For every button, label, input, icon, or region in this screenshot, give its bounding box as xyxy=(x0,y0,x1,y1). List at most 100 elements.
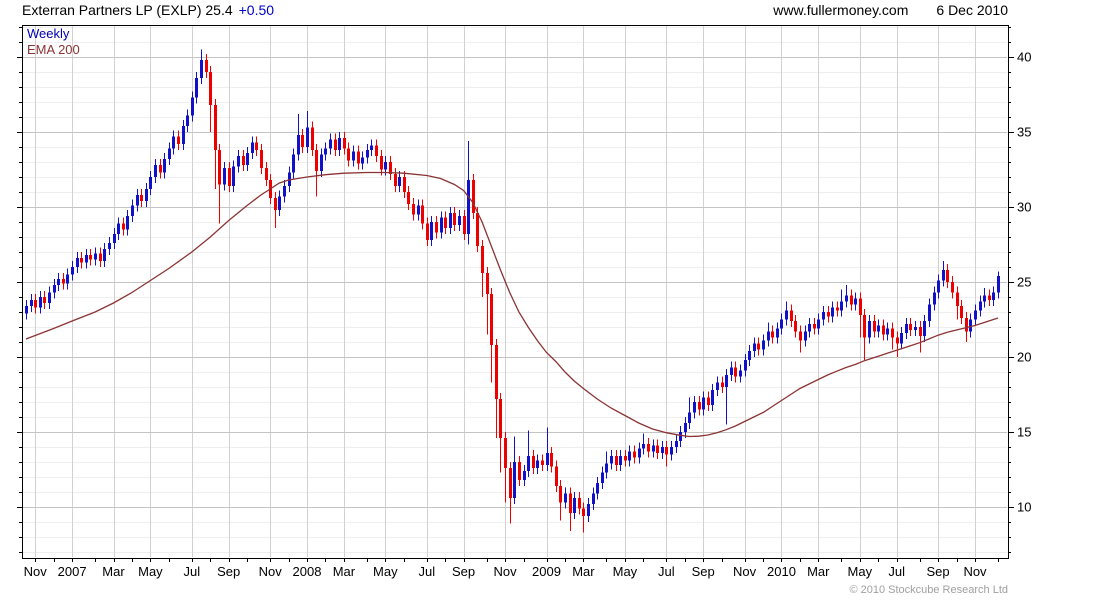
legend-ema: EMA 200 xyxy=(27,42,80,57)
x-axis-label: 2008 xyxy=(293,564,322,579)
candle xyxy=(757,337,760,356)
candle xyxy=(587,498,590,522)
candle xyxy=(283,180,286,203)
candle xyxy=(739,364,742,383)
candle xyxy=(214,99,217,189)
candle xyxy=(546,427,549,471)
candle xyxy=(99,247,102,267)
candle xyxy=(440,211,443,239)
candle xyxy=(334,133,337,156)
candle xyxy=(794,315,797,338)
price-change: +0.50 xyxy=(238,2,275,18)
candle xyxy=(426,217,429,246)
legend-timeframe: Weekly xyxy=(27,26,70,41)
candle xyxy=(891,322,894,350)
candle xyxy=(39,291,42,314)
candle xyxy=(380,150,383,176)
x-axis-label: Mar xyxy=(807,564,830,579)
x-axis-label: Nov xyxy=(259,564,283,579)
candle xyxy=(997,271,1000,299)
candle xyxy=(886,322,889,341)
candle xyxy=(711,384,714,411)
candle xyxy=(601,466,604,489)
candle xyxy=(550,447,553,473)
candle xyxy=(836,301,839,317)
candle xyxy=(435,216,438,239)
candle xyxy=(628,445,631,467)
candle xyxy=(292,148,295,179)
candle xyxy=(983,288,986,308)
x-axis-label: May xyxy=(613,564,638,579)
candle xyxy=(297,114,300,161)
candle xyxy=(338,132,341,156)
candle xyxy=(969,313,972,338)
candle xyxy=(725,369,728,425)
candle xyxy=(900,327,903,350)
candle xyxy=(509,462,512,524)
candle xyxy=(48,286,51,309)
candle xyxy=(923,315,926,342)
candle xyxy=(278,190,281,216)
candle xyxy=(237,150,240,173)
candle xyxy=(979,295,982,317)
x-axis-label: 2009 xyxy=(532,564,561,579)
x-axis-label: Sep xyxy=(692,564,715,579)
candle xyxy=(619,450,622,471)
candle xyxy=(25,300,28,320)
candle xyxy=(527,430,530,477)
candle xyxy=(850,289,853,311)
candle xyxy=(94,247,97,266)
candle xyxy=(670,441,673,461)
candle xyxy=(808,318,811,338)
candle xyxy=(541,454,544,471)
candle xyxy=(357,145,360,170)
candle xyxy=(449,207,452,234)
chart-header: Exterran Partners LP (EXLP) 25.4 +0.50 ww… xyxy=(22,2,1008,18)
candle xyxy=(956,286,959,320)
candle xyxy=(569,487,572,531)
candle xyxy=(873,315,876,338)
candle xyxy=(463,210,466,240)
candle xyxy=(223,162,226,191)
candle xyxy=(896,331,899,357)
candle xyxy=(573,492,576,519)
x-axis-label: Jul xyxy=(418,564,435,579)
x-axis-label: Mar xyxy=(572,564,595,579)
candle xyxy=(389,156,392,180)
chart-date: 6 Dec 2010 xyxy=(936,2,1008,18)
candle xyxy=(407,186,410,210)
candle xyxy=(813,318,816,335)
candle xyxy=(30,294,33,312)
candle xyxy=(163,153,166,179)
x-axis-label: Sep xyxy=(217,564,240,579)
candle xyxy=(394,168,397,192)
website-text: www.fullermoney.com xyxy=(773,2,909,18)
candle xyxy=(103,243,106,267)
candle xyxy=(827,306,830,323)
candle xyxy=(430,216,433,246)
candle xyxy=(605,451,608,479)
candle xyxy=(89,249,92,266)
candle xyxy=(693,396,696,419)
x-axis-label: Jul xyxy=(183,564,200,579)
candle xyxy=(951,276,954,299)
candle xyxy=(486,267,489,335)
candle xyxy=(642,433,645,455)
candle xyxy=(117,217,120,240)
y-axis-label: 25 xyxy=(1017,274,1031,289)
x-axis-label: Nov xyxy=(733,564,757,579)
candle xyxy=(624,450,627,467)
x-axis-label: Nov xyxy=(24,564,48,579)
x-axis-label: 2010 xyxy=(767,564,796,579)
candle xyxy=(555,460,558,492)
candle xyxy=(854,292,857,311)
candle xyxy=(734,361,737,383)
candle xyxy=(172,130,175,155)
candle xyxy=(131,199,134,222)
candle xyxy=(398,171,401,192)
candle xyxy=(518,456,521,486)
candle xyxy=(909,318,912,336)
candle xyxy=(532,450,535,474)
candle xyxy=(877,319,880,338)
candle xyxy=(76,252,79,273)
